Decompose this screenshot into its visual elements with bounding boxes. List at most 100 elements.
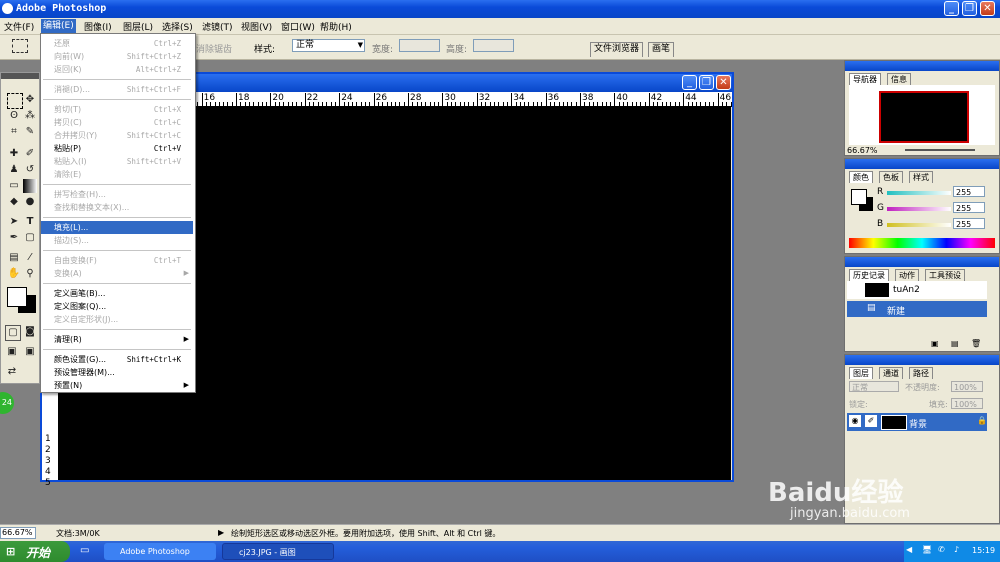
navigator-zoom[interactable]: 66.67%	[847, 146, 878, 155]
jump-to-imageready-icon[interactable]: ⇄	[5, 365, 19, 379]
healing-icon[interactable]: ✚	[7, 147, 21, 161]
new-snapshot-icon[interactable]: ▤	[951, 339, 959, 348]
visibility-eye-icon[interactable]: ◉	[849, 415, 861, 427]
edit-menu-item[interactable]: 定义画笔(B)...	[41, 287, 193, 300]
tab-actions[interactable]: 动作	[895, 269, 919, 281]
brush-link-icon[interactable]: ✐	[865, 415, 877, 427]
edit-menu-item[interactable]: 清理(R) ▶	[41, 333, 193, 346]
menu-layer[interactable]: 图层(L)	[123, 20, 153, 33]
channel-g-value[interactable]: 255	[953, 202, 985, 213]
edit-menu-item[interactable]: 合并拷贝(Y) Shift+Ctrl+C	[41, 129, 193, 142]
edit-menu-item[interactable]: 粘贴(P) Ctrl+V	[41, 142, 193, 155]
tray-expand-icon[interactable]: ◀	[906, 545, 912, 554]
toolbox-grip[interactable]	[1, 73, 39, 79]
height-input[interactable]	[473, 39, 514, 52]
status-doc-size[interactable]: 文档:3M/0K	[56, 528, 100, 539]
stamp-icon[interactable]: ♟	[7, 163, 21, 177]
doc-close-button[interactable]: ✕	[716, 75, 731, 90]
marquee-icon[interactable]	[7, 93, 23, 109]
lasso-icon[interactable]: ʘ	[7, 109, 21, 123]
edit-menu-item[interactable]: 预置(N) ▶	[41, 379, 193, 392]
edit-menu-item[interactable]: 清除(E)	[41, 168, 193, 181]
file-browser-tab[interactable]: 文件浏览器	[590, 42, 644, 57]
tray-clock[interactable]: 15:19	[972, 546, 995, 555]
tab-layers[interactable]: 图层	[849, 367, 873, 379]
panel-title-bar[interactable]	[845, 61, 999, 71]
tab-history[interactable]: 历史记录	[849, 269, 889, 281]
history-state-row[interactable]: ▤ 新建	[847, 301, 987, 317]
close-button[interactable]: ✕	[980, 1, 995, 16]
tray-volume-icon[interactable]: ♪	[954, 545, 959, 554]
foreground-color-swatch[interactable]	[7, 287, 27, 307]
zoom-icon[interactable]: ⚲	[23, 267, 37, 281]
menu-file[interactable]: 文件(F)	[4, 20, 34, 33]
menu-filter[interactable]: 滤镜(T)	[202, 20, 233, 33]
width-input[interactable]	[399, 39, 440, 52]
channel-r-value[interactable]: 255	[953, 186, 985, 197]
doc-maximize-button[interactable]: ❐	[699, 75, 714, 90]
edit-menu-item[interactable]: 返回(K) Alt+Ctrl+Z	[41, 63, 193, 76]
layer-row-background[interactable]: ◉ ✐ 背景 🔒	[847, 413, 987, 431]
move-icon[interactable]: ✥	[23, 93, 37, 107]
edit-menu-item[interactable]: 消褪(D)... Shift+Ctrl+F	[41, 83, 193, 96]
channel-r-slider[interactable]	[887, 191, 951, 195]
edit-menu-item[interactable]: 拼写检查(H)...	[41, 188, 193, 201]
edit-menu-item[interactable]: 预设管理器(M)...	[41, 366, 193, 379]
new-doc-from-state-icon[interactable]: ▣	[931, 339, 939, 348]
type-icon[interactable]: T	[23, 215, 37, 229]
edit-menu-item[interactable]: 颜色设置(G)... Shift+Ctrl+K	[41, 353, 193, 366]
hand-icon[interactable]: ✋	[7, 267, 21, 281]
screen-mode-standard-icon[interactable]: ▣	[5, 345, 19, 359]
marquee-tool-icon[interactable]	[12, 39, 28, 53]
edit-menu-item[interactable]: 自由变换(F) Ctrl+T	[41, 254, 193, 267]
tab-color[interactable]: 颜色	[849, 171, 873, 183]
blend-mode-select[interactable]: 正常	[849, 381, 899, 392]
edit-menu-item[interactable]: 定义自定形状(J)...	[41, 313, 193, 326]
tab-navigator[interactable]: 导航器	[849, 73, 881, 85]
tray-ime-icon[interactable]: ✆	[938, 545, 945, 554]
eyedropper-icon[interactable]: ⁄	[23, 251, 37, 265]
task-paint[interactable]: cj23.JPG - 画图	[222, 543, 334, 560]
quickmask-mode-icon[interactable]: ◙	[23, 325, 37, 339]
task-photoshop[interactable]: Adobe Photoshop	[104, 543, 216, 560]
standard-mode-icon[interactable]: ▢	[5, 325, 21, 341]
navigator-zoom-slider[interactable]	[905, 149, 975, 151]
menu-image[interactable]: 图像(I)	[84, 20, 112, 33]
shape-icon[interactable]: ▢	[23, 231, 37, 245]
tab-styles[interactable]: 样式	[909, 171, 933, 183]
opacity-input[interactable]: 100%	[951, 381, 983, 392]
navigator-preview[interactable]	[879, 91, 969, 143]
gradient-icon[interactable]	[23, 179, 37, 193]
tab-channels[interactable]: 通道	[879, 367, 903, 379]
menu-help[interactable]: 帮助(H)	[320, 20, 352, 33]
start-button[interactable]: ⊞ 开始	[0, 541, 70, 562]
crop-icon[interactable]: ⌗	[7, 125, 21, 139]
tray-network-icon[interactable]: 🖥	[922, 545, 932, 554]
eraser-icon[interactable]: ▭	[7, 179, 21, 193]
tab-tool-presets[interactable]: 工具预设	[925, 269, 965, 281]
minimize-button[interactable]: _	[944, 1, 959, 16]
menu-view[interactable]: 视图(V)	[241, 20, 272, 33]
doc-minimize-button[interactable]: _	[682, 75, 697, 90]
edit-menu-item[interactable]: 描边(S)...	[41, 234, 193, 247]
menu-select[interactable]: 选择(S)	[162, 20, 193, 33]
edit-menu-item[interactable]: 剪切(T) Ctrl+X	[41, 103, 193, 116]
blur-icon[interactable]: ◆	[7, 195, 21, 209]
tab-swatches[interactable]: 色板	[879, 171, 903, 183]
channel-g-slider[interactable]	[887, 207, 951, 211]
panel-title-bar[interactable]	[845, 257, 999, 267]
slice-icon[interactable]: ✎	[23, 125, 37, 139]
tab-info[interactable]: 信息	[887, 73, 911, 85]
history-snapshot-row[interactable]: tuAn2	[847, 281, 987, 299]
path-select-icon[interactable]: ➤	[7, 215, 21, 229]
edit-menu-item[interactable]: 粘贴入(I) Shift+Ctrl+V	[41, 155, 193, 168]
edit-menu-item[interactable]: 还原 Ctrl+Z	[41, 37, 193, 50]
menu-edit[interactable]: 编辑(E)	[41, 19, 76, 33]
tab-paths[interactable]: 路径	[909, 367, 933, 379]
edit-menu-item[interactable]: 变换(A) ▶	[41, 267, 193, 280]
edit-menu-item[interactable]: 拷贝(C) Ctrl+C	[41, 116, 193, 129]
notes-icon[interactable]: ▤	[7, 251, 21, 265]
pen-icon[interactable]: ✒	[7, 231, 21, 245]
trash-icon[interactable]: 🗑	[971, 339, 981, 348]
status-zoom[interactable]: 66.67%	[0, 527, 36, 539]
